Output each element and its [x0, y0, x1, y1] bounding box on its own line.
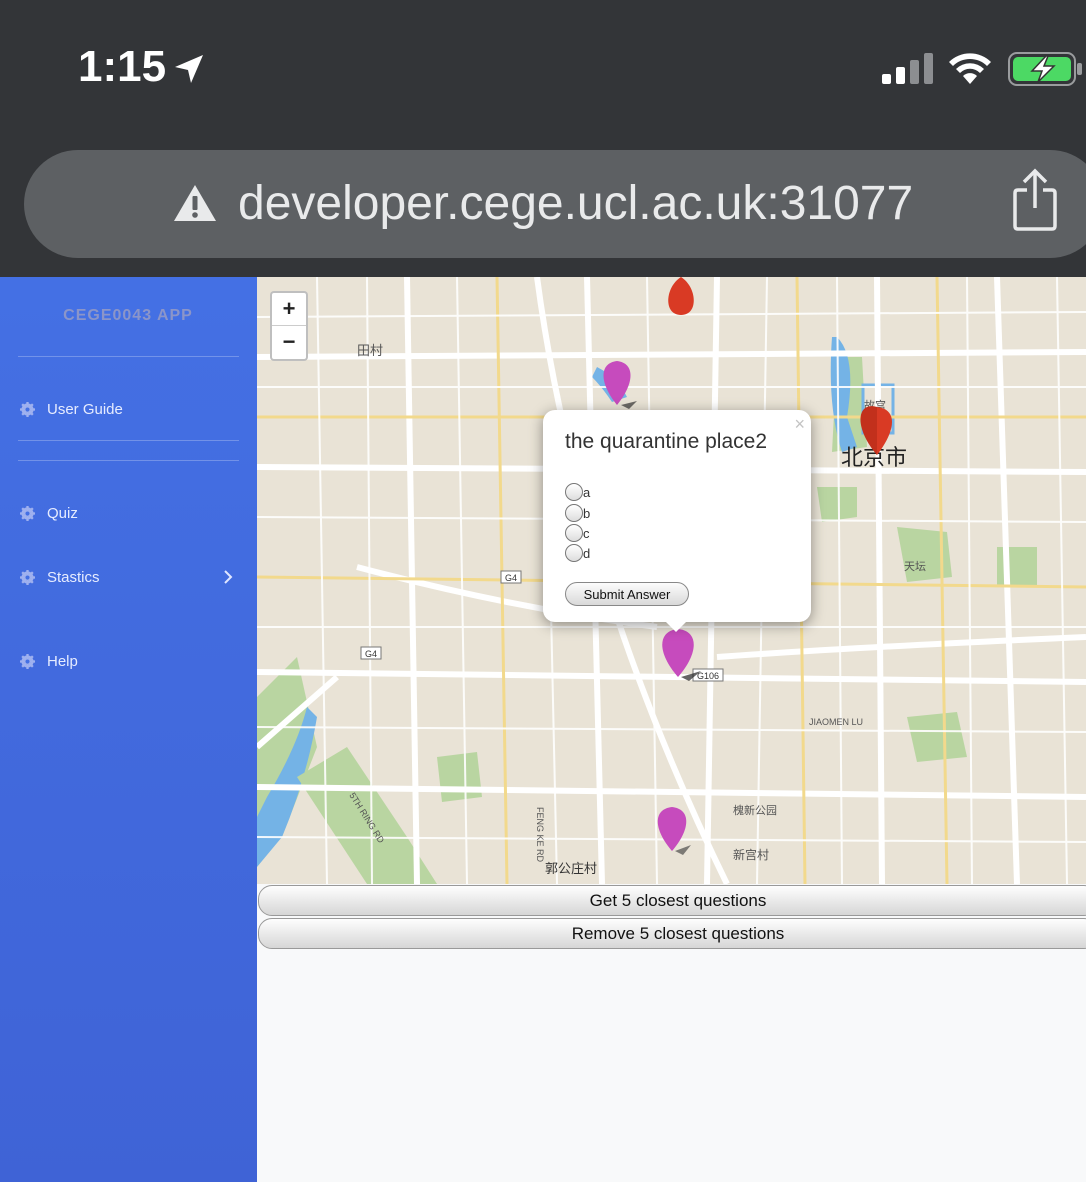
map-label: JIAOMEN LU — [809, 717, 863, 727]
marker-magenta — [662, 629, 701, 681]
answer-option[interactable]: d — [565, 544, 590, 562]
sidebar-item-help[interactable]: Help — [20, 646, 238, 676]
sidebar-item-user-guide[interactable]: User Guide — [20, 394, 238, 424]
zoom-out-button[interactable]: − — [272, 326, 306, 358]
status-time: 1:15 — [78, 42, 167, 91]
warning-icon — [174, 185, 216, 221]
question-popup: × the quarantine place2 a b c d Submit A… — [543, 410, 811, 622]
gear-icon — [20, 401, 35, 417]
map-label: 槐新公园 — [733, 803, 777, 817]
answer-option[interactable]: b — [565, 504, 590, 522]
chevron-right-icon — [224, 570, 233, 584]
browser-chrome: 1:15 developer.cege.ucl.ac.uk:31077 — [0, 0, 1086, 277]
radio-button[interactable] — [565, 524, 583, 542]
location-arrow-icon — [175, 55, 203, 83]
url-text[interactable]: developer.cege.ucl.ac.uk:31077 — [238, 176, 913, 231]
answer-option[interactable]: a — [565, 483, 590, 501]
sidebar-item-label: User Guide — [47, 400, 123, 418]
map-label: 田村 — [357, 343, 383, 358]
zoom-control: + − — [270, 291, 308, 361]
answer-option[interactable]: c — [565, 524, 590, 542]
svg-text:G4: G4 — [505, 573, 517, 583]
sidebar-item-quiz[interactable]: Quiz — [20, 498, 238, 528]
wifi-icon — [949, 53, 991, 84]
map-label: 天坛 — [904, 560, 926, 573]
get-closest-questions-button[interactable]: Get 5 closest questions — [258, 885, 1086, 916]
zoom-in-button[interactable]: + — [272, 293, 306, 326]
battery-charging-icon — [1008, 52, 1082, 86]
svg-text:G4: G4 — [365, 649, 377, 659]
popup-title: the quarantine place2 — [565, 430, 767, 453]
radio-button[interactable] — [565, 504, 583, 522]
marker-magenta — [603, 361, 637, 409]
svg-text:G106: G106 — [697, 671, 719, 681]
radio-button[interactable] — [565, 483, 583, 501]
gear-icon — [20, 505, 35, 521]
marker-magenta — [657, 807, 691, 855]
sidebar-divider — [18, 356, 239, 357]
sidebar-divider — [18, 460, 239, 461]
gear-icon — [20, 569, 35, 585]
popup-tip — [662, 618, 690, 632]
sidebar-item-stastics[interactable]: Stastics — [20, 562, 238, 592]
submit-answer-button[interactable]: Submit Answer — [565, 582, 689, 606]
signal-icon — [882, 53, 933, 84]
gear-icon — [20, 653, 35, 669]
map-label: 新宫村 — [733, 847, 769, 862]
radio-button[interactable] — [565, 544, 583, 562]
sidebar-brand[interactable]: CEGE0043 APP — [18, 307, 238, 325]
map-label: FENG KE RD — [535, 807, 545, 863]
remove-closest-questions-button[interactable]: Remove 5 closest questions — [258, 918, 1086, 949]
sidebar-item-label: Quiz — [47, 504, 78, 522]
sidebar-item-label: Stastics — [47, 568, 100, 586]
sidebar-item-label: Help — [47, 652, 78, 670]
marker-red — [668, 277, 694, 315]
popup-close-button[interactable]: × — [794, 414, 805, 435]
sidebar-divider — [18, 440, 239, 441]
map[interactable]: 田村 北京市 故宫 天坛 新宫村 郭公庄村 槐新公园 JIAOMEN LU 5T… — [257, 277, 1086, 884]
sidebar: CEGE0043 APP User Guide Quiz Stastics He… — [0, 277, 257, 1182]
map-label: 郭公庄村 — [545, 861, 597, 876]
share-icon[interactable] — [1012, 168, 1058, 232]
